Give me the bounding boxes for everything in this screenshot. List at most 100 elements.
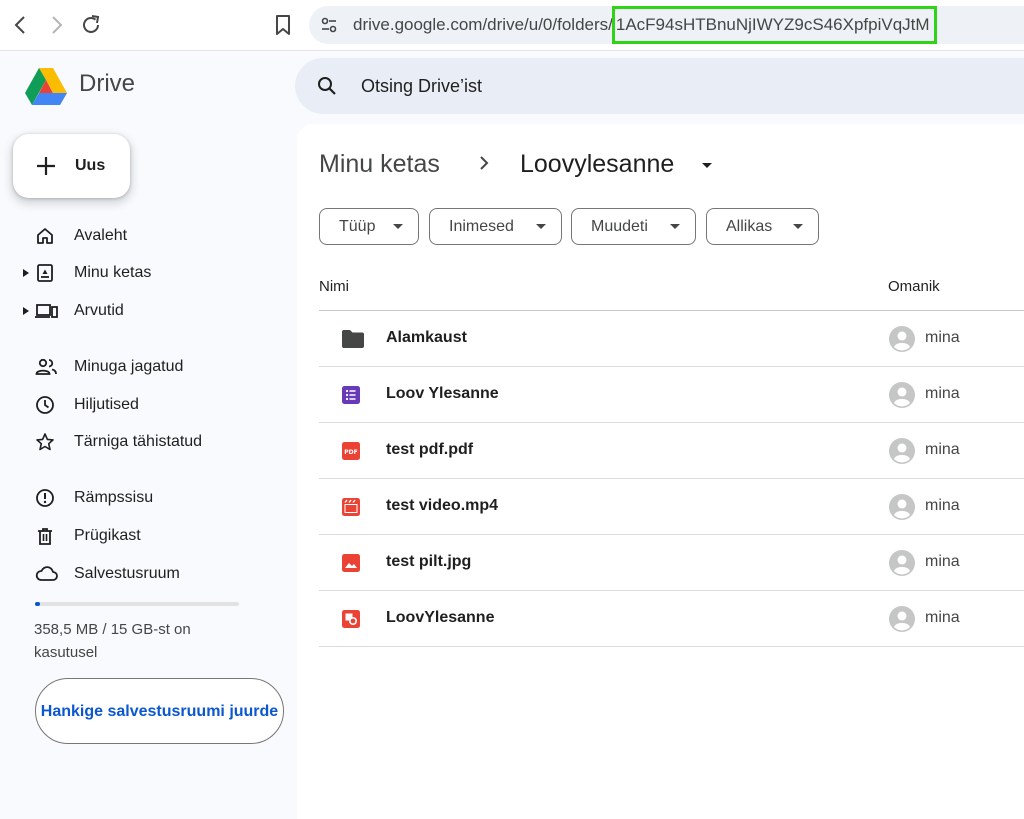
- computers-icon: [35, 301, 59, 321]
- sidebar-item-computers[interactable]: Arvutid: [0, 294, 290, 328]
- chevron-down-icon: [793, 223, 803, 230]
- expand-caret-icon[interactable]: [23, 269, 29, 277]
- owner-name: mina: [925, 609, 960, 626]
- url-prefix: drive.google.com/drive/u/0/folders/: [353, 15, 613, 34]
- sidebar-item-home[interactable]: Avaleht: [0, 219, 290, 253]
- avatar: [889, 550, 915, 576]
- avatar: [889, 606, 915, 632]
- expand-caret-icon[interactable]: [23, 307, 29, 315]
- filter-chip-label: Muudeti: [591, 217, 648, 235]
- filter-chip-label: Tüüp: [339, 217, 376, 235]
- sidebar-item-label: Arvutid: [74, 302, 124, 319]
- owner-name: mina: [925, 329, 960, 346]
- browser-toolbar: drive.google.com/drive/u/0/folders/1AcF9…: [0, 0, 1024, 51]
- file-name: test video.mp4: [386, 497, 499, 514]
- file-name: Alamkaust: [386, 329, 467, 346]
- drive-logo-icon: [24, 66, 68, 106]
- sidebar-item-shared[interactable]: Minuga jagatud: [0, 350, 290, 384]
- breadcrumb-root[interactable]: Minu ketas: [319, 150, 440, 179]
- chevron-down-icon: [670, 223, 680, 230]
- storage-usage-fill: [35, 602, 40, 606]
- new-button-label: Uus: [75, 157, 106, 174]
- table-row[interactable]: Loov Ylesanne mina: [319, 367, 1024, 423]
- file-name: Loov Ylesanne: [386, 385, 499, 402]
- address-bar[interactable]: drive.google.com/drive/u/0/folders/1AcF9…: [309, 6, 1024, 44]
- table-row[interactable]: test video.mp4 mina: [319, 479, 1024, 535]
- filter-modified-chip[interactable]: Muudeti: [571, 208, 696, 245]
- sidebar-item-starred[interactable]: Tärniga tähistatud: [0, 425, 290, 459]
- avatar: [889, 438, 915, 464]
- avatar: [889, 326, 915, 352]
- search-bar[interactable]: Otsing Drive’ist: [295, 58, 1024, 114]
- sidebar-item-recent[interactable]: Hiljutised: [0, 388, 290, 422]
- bookmark-icon[interactable]: [271, 13, 295, 37]
- image-icon: [341, 553, 361, 573]
- owner-name: mina: [925, 441, 960, 458]
- plus-icon: [35, 155, 57, 177]
- back-icon[interactable]: [9, 13, 33, 37]
- clock-icon: [35, 395, 55, 415]
- sidebar-item-label: Rämpssisu: [74, 489, 154, 506]
- home-icon: [35, 226, 55, 246]
- avatar: [889, 382, 915, 408]
- chevron-down-icon: [536, 223, 546, 230]
- table-row[interactable]: Alamkaust mina: [319, 311, 1024, 367]
- filter-type-chip[interactable]: Tüüp: [319, 208, 419, 245]
- table-row[interactable]: test pilt.jpg mina: [319, 535, 1024, 591]
- breadcrumb-chevron-icon: [477, 154, 491, 172]
- filter-chip-label: Inimesed: [449, 217, 514, 235]
- shapes-file-icon: [341, 609, 361, 629]
- brand-name[interactable]: Drive: [79, 70, 135, 98]
- spam-icon: [35, 488, 55, 508]
- star-icon: [35, 432, 55, 452]
- cloud-icon: [35, 564, 59, 584]
- column-header-owner[interactable]: Omanik: [888, 278, 940, 295]
- storage-usage-bar: [35, 602, 239, 606]
- sidebar-item-spam[interactable]: Rämpssisu: [0, 481, 290, 515]
- owner-name: mina: [925, 553, 960, 570]
- table-row[interactable]: LoovYlesanne mina: [319, 591, 1024, 647]
- my-drive-icon: [35, 263, 55, 283]
- get-more-storage-button[interactable]: Hankige salvestusruumi juurde: [35, 678, 284, 744]
- breadcrumb-current-folder[interactable]: Loovylesanne: [520, 150, 674, 179]
- sidebar-item-storage[interactable]: Salvestusruum: [0, 557, 290, 591]
- sidebar-item-my-drive[interactable]: Minu ketas: [0, 256, 290, 290]
- sidebar-item-label: Tärniga tähistatud: [74, 433, 203, 450]
- avatar: [889, 494, 915, 520]
- sidebar-item-label: Avaleht: [74, 227, 128, 244]
- url-text[interactable]: drive.google.com/drive/u/0/folders/1AcF9…: [353, 6, 937, 44]
- sidebar-item-trash[interactable]: Prügikast: [0, 519, 290, 553]
- new-button[interactable]: Uus: [13, 134, 130, 198]
- owner-name: mina: [925, 385, 960, 402]
- filter-chip-label: Allikas: [726, 217, 773, 235]
- pdf-icon: PDF: [341, 441, 361, 461]
- svg-text:PDF: PDF: [344, 449, 357, 456]
- shared-icon: [35, 357, 59, 377]
- forms-icon: [341, 385, 361, 405]
- filter-people-chip[interactable]: Inimesed: [429, 208, 562, 245]
- file-name: test pdf.pdf: [386, 441, 474, 458]
- forward-icon[interactable]: [44, 13, 68, 37]
- sidebar-item-label: Hiljutised: [74, 396, 139, 413]
- sidebar-item-label: Salvestusruum: [74, 565, 180, 582]
- folder-menu-caret-icon[interactable]: [701, 162, 713, 170]
- row-divider: [319, 646, 1024, 647]
- sidebar-item-label: Prügikast: [74, 527, 141, 544]
- video-icon: [341, 497, 361, 517]
- folder-icon: [341, 329, 365, 349]
- search-input[interactable]: Otsing Drive’ist: [361, 76, 482, 97]
- file-name: test pilt.jpg: [386, 553, 472, 570]
- url-folder-id-highlight: 1AcF94sHTBnuNjIWYZ9cS46XpfpiVqJtM: [611, 6, 937, 44]
- sidebar-item-label: Minu ketas: [74, 264, 152, 281]
- site-settings-icon[interactable]: [319, 15, 339, 35]
- search-icon[interactable]: [315, 74, 339, 98]
- sidebar-item-label: Minuga jagatud: [74, 358, 184, 375]
- column-header-name[interactable]: Nimi: [319, 278, 349, 295]
- filter-source-chip[interactable]: Allikas: [706, 208, 819, 245]
- reload-icon[interactable]: [79, 13, 103, 37]
- table-row[interactable]: PDF test pdf.pdf mina: [319, 423, 1024, 479]
- storage-usage-text: 358,5 MB / 15 GB-st on kasutusel: [34, 621, 191, 661]
- file-list-panel: Minu ketas Loovylesanne Tüüp Inimesed Mu…: [297, 124, 1024, 819]
- owner-name: mina: [925, 497, 960, 514]
- file-name: LoovYlesanne: [386, 609, 495, 626]
